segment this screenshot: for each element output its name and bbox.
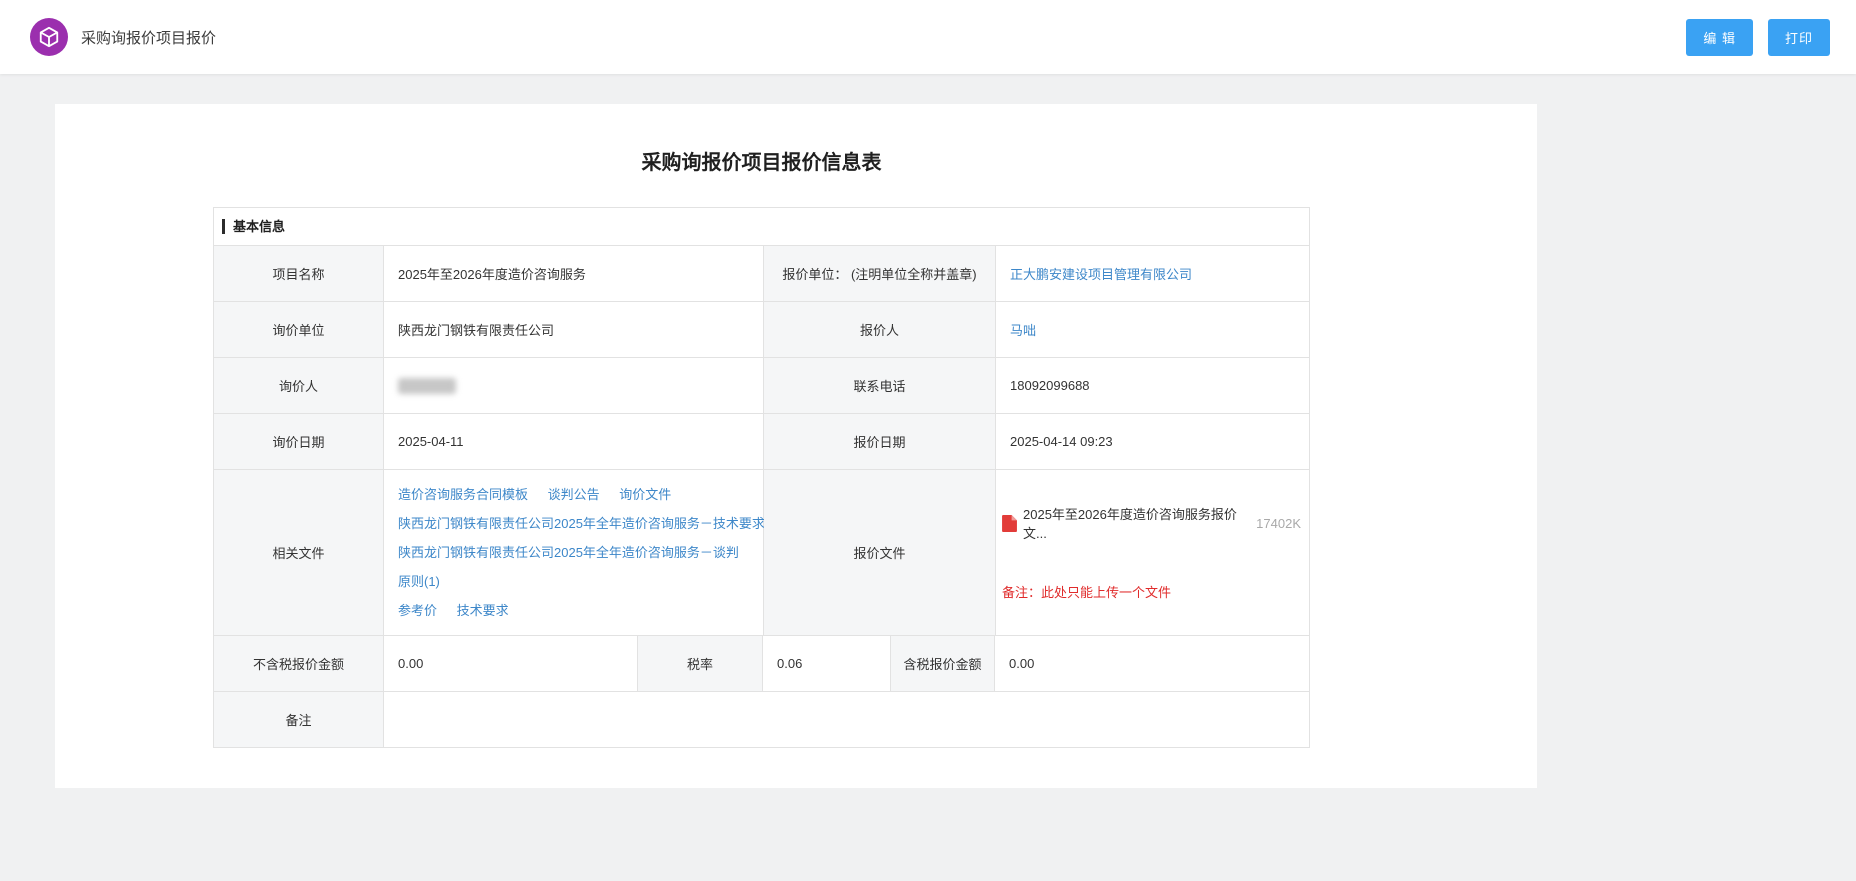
related-file-link[interactable]: 询价文件	[619, 487, 671, 502]
field-value-inquiry-company: 陕西龙门钢铁有限责任公司	[384, 302, 764, 358]
field-value-amount-with-tax: 0.00	[995, 636, 1310, 692]
field-label-amount-no-tax: 不含税报价金额	[214, 636, 384, 692]
table-row: 项目名称 2025年至2026年度造价咨询服务 报价单位： (注明单位全称并盖章…	[214, 246, 1310, 302]
related-file-link[interactable]: 造价咨询服务合同模板	[398, 487, 528, 502]
redacted-inquirer-name	[398, 378, 456, 394]
field-label-quoter: 报价人	[764, 302, 996, 358]
field-label-inquirer: 询价人	[214, 358, 384, 414]
header-actions: 编 辑 打印	[1686, 19, 1830, 56]
table-row-files: 相关文件 造价咨询服务合同模板 谈判公告 询价文件 陕西龙门钢铁有限责任公司20…	[214, 470, 1310, 636]
field-label-inquiry-company: 询价单位	[214, 302, 384, 358]
field-label-inquiry-date: 询价日期	[214, 414, 384, 470]
table-row: 询价人 联系电话 18092099688	[214, 358, 1310, 414]
related-file-link[interactable]: 参考价	[398, 603, 437, 618]
field-label-remark: 备注	[214, 692, 384, 748]
upload-note: 备注：此处只能上传一个文件	[1002, 582, 1301, 601]
field-value-inquiry-date: 2025-04-11	[384, 414, 764, 470]
quote-file-cell: 2025年至2026年度造价咨询服务报价文... 17402K 备注：此处只能上…	[996, 470, 1310, 636]
content-card: 采购询报价项目报价信息表 基本信息 项目名称 2025年至2026年度造价咨询服…	[55, 104, 1537, 788]
quote-file-name[interactable]: 2025年至2026年度造价咨询服务报价文...	[1023, 504, 1242, 542]
cube-package-icon	[38, 26, 60, 48]
field-value-tax-rate: 0.06	[763, 636, 891, 692]
field-value-inquirer	[384, 358, 764, 414]
related-file-link[interactable]: 陕西龙门钢铁有限责任公司2025年全年造价咨询服务－技术要求	[398, 516, 765, 531]
quote-company-link[interactable]: 正大鹏安建设项目管理有限公司	[1010, 264, 1192, 283]
field-value-remark	[384, 692, 1310, 748]
table-row-amounts: 不含税报价金额 0.00 税率 0.06 含税报价金额 0.00	[214, 636, 1310, 692]
section-title-basic-info: 基本信息	[222, 219, 285, 234]
pdf-icon	[1002, 515, 1017, 532]
field-label-quote-date: 报价日期	[764, 414, 996, 470]
table-row: 询价日期 2025-04-11 报价日期 2025-04-14 09:23	[214, 414, 1310, 470]
field-label-project-name: 项目名称	[214, 246, 384, 302]
field-label-quote-company: 报价单位： (注明单位全称并盖章)	[764, 246, 996, 302]
app-logo	[30, 18, 68, 56]
related-file-link[interactable]: 谈判公告	[548, 487, 600, 502]
related-file-link[interactable]: 陕西龙门钢铁有限责任公司2025年全年造价咨询服务－谈判原则(1)	[398, 545, 739, 589]
app-header: 采购询报价项目报价 编 辑 打印	[0, 0, 1856, 74]
edit-button[interactable]: 编 辑	[1686, 19, 1753, 56]
section-header-row: 基本信息	[214, 208, 1310, 246]
field-value-phone: 18092099688	[996, 358, 1310, 414]
print-button[interactable]: 打印	[1768, 19, 1830, 56]
field-label-tax-rate: 税率	[638, 636, 763, 692]
field-label-amount-with-tax: 含税报价金额	[891, 636, 995, 692]
table-row: 询价单位 陕西龙门钢铁有限责任公司 报价人 马咄	[214, 302, 1310, 358]
quoter-link[interactable]: 马咄	[1010, 320, 1036, 339]
field-label-related-files: 相关文件	[214, 470, 384, 636]
quote-file-size: 17402K	[1256, 516, 1301, 531]
field-value-amount-no-tax: 0.00	[384, 636, 638, 692]
field-label-quote-file: 报价文件	[764, 470, 996, 636]
related-file-link[interactable]: 技术要求	[457, 603, 509, 618]
field-label-phone: 联系电话	[764, 358, 996, 414]
field-value-project-name: 2025年至2026年度造价咨询服务	[384, 246, 764, 302]
basic-info-table: 基本信息 项目名称 2025年至2026年度造价咨询服务 报价单位： (注明单位…	[213, 207, 1310, 748]
related-files-cell: 造价咨询服务合同模板 谈判公告 询价文件 陕西龙门钢铁有限责任公司2025年全年…	[384, 470, 764, 636]
form-title: 采购询报价项目报价信息表	[213, 146, 1310, 175]
table-row-remark: 备注	[214, 692, 1310, 748]
page-title: 采购询报价项目报价	[81, 27, 216, 48]
field-value-quote-date: 2025-04-14 09:23	[996, 414, 1310, 470]
